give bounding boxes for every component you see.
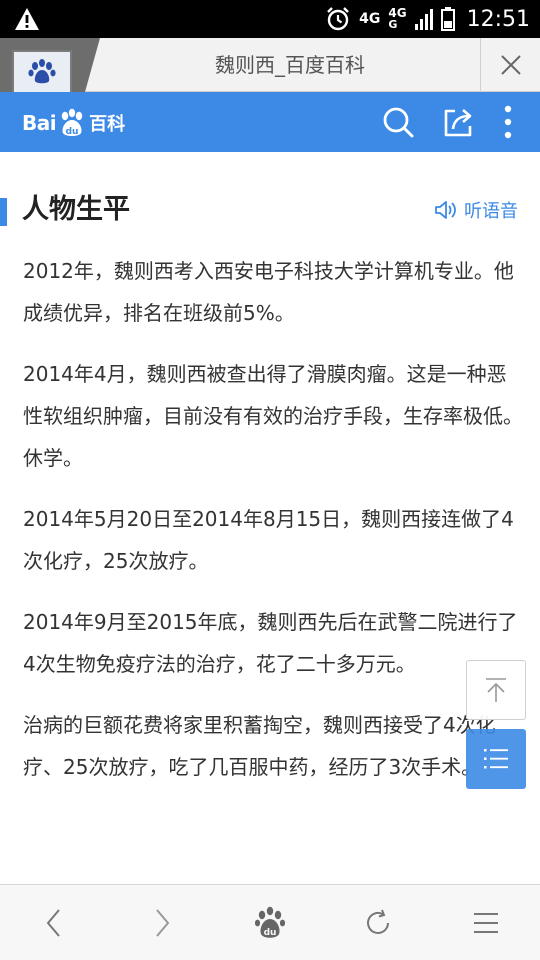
more-options-button[interactable] [490, 104, 526, 140]
paragraph: 治病的巨额花费将家里积蓄掏空，魏则西接受了4次化疗、25次放疗，吃了几百服中药，… [23, 713, 496, 779]
logo-du-text: du [66, 127, 79, 137]
share-button[interactable] [440, 104, 476, 140]
tab-thumbnail-page [12, 50, 72, 92]
section-accent-bar [0, 198, 7, 226]
table-of-contents-icon [484, 749, 508, 769]
baidu-baike-logo[interactable]: Bai du 百科 [22, 106, 125, 140]
network-type-secondary: 4G G [388, 7, 406, 31]
close-icon [500, 55, 521, 75]
baidu-paw-logo-icon: du [61, 108, 83, 137]
home-paw-icon: du [254, 906, 286, 938]
status-bar: 4G 4G G 12:51 [0, 0, 540, 38]
menu-button[interactable] [466, 903, 506, 943]
refresh-button[interactable] [358, 903, 398, 943]
clock-time: 12:51 [466, 6, 530, 32]
alarm-icon [327, 7, 350, 31]
table-of-contents-button[interactable] [466, 729, 526, 789]
back-to-top-button[interactable] [466, 660, 526, 720]
listen-label: 听语音 [464, 201, 518, 222]
back-button[interactable] [34, 903, 74, 943]
menu-icon [474, 913, 498, 933]
paragraph: 2014年9月至2015年底，魏则西先后在武警二院进行了4次生物免疫疗法的治疗，… [23, 610, 518, 676]
share-icon [444, 109, 472, 137]
more-vertical-icon [504, 105, 512, 139]
browser-tab-bar: 魏则西_百度百科 [0, 38, 540, 92]
back-to-top-icon [486, 678, 506, 702]
forward-icon [156, 909, 170, 937]
network-type-primary: 4G [359, 10, 381, 27]
refresh-icon [367, 909, 389, 934]
paragraph: 2012年，魏则西考入西安电子科技大学计算机专业。他成绩优异，排名在班级前5%。 [23, 259, 514, 325]
search-icon [383, 107, 414, 138]
article-content: 2012年，魏则西考入西安电子科技大学计算机专业。他成绩优异，排名在班级前5%。… [23, 250, 523, 807]
signal-icon [414, 9, 433, 30]
listen-button[interactable]: 听语音 [434, 196, 518, 224]
tab-thumbnail[interactable] [0, 38, 100, 92]
section-title: 人物生平 [22, 194, 130, 225]
forward-button[interactable] [142, 903, 182, 943]
browser-bottom-nav: du [0, 884, 540, 960]
baidu-paw-icon [28, 59, 56, 84]
logo-bai-text: Bai [22, 111, 57, 135]
close-tab-button[interactable] [480, 38, 540, 92]
tab-title[interactable]: 魏则西_百度百科 [100, 38, 480, 92]
paragraph: 2014年5月20日至2014年8月15日，魏则西接连做了4次化疗，25次放疗。 [23, 507, 514, 573]
home-button[interactable]: du [250, 903, 290, 943]
site-header: Bai du 百科 [0, 92, 540, 152]
back-icon [46, 909, 60, 937]
battery-icon [440, 7, 455, 31]
home-du-text: du [264, 928, 277, 938]
section-header: 人物生平 听语音 [0, 188, 540, 232]
warning-icon [15, 8, 39, 30]
network-type-secondary-bottom: G [388, 18, 398, 31]
search-button[interactable] [380, 104, 416, 140]
speaker-icon [435, 201, 456, 219]
logo-baike-text: 百科 [89, 114, 126, 135]
paragraph: 2014年4月，魏则西被查出得了滑膜肉瘤。这是一种恶性软组织肿瘤，目前没有有效的… [23, 362, 523, 470]
